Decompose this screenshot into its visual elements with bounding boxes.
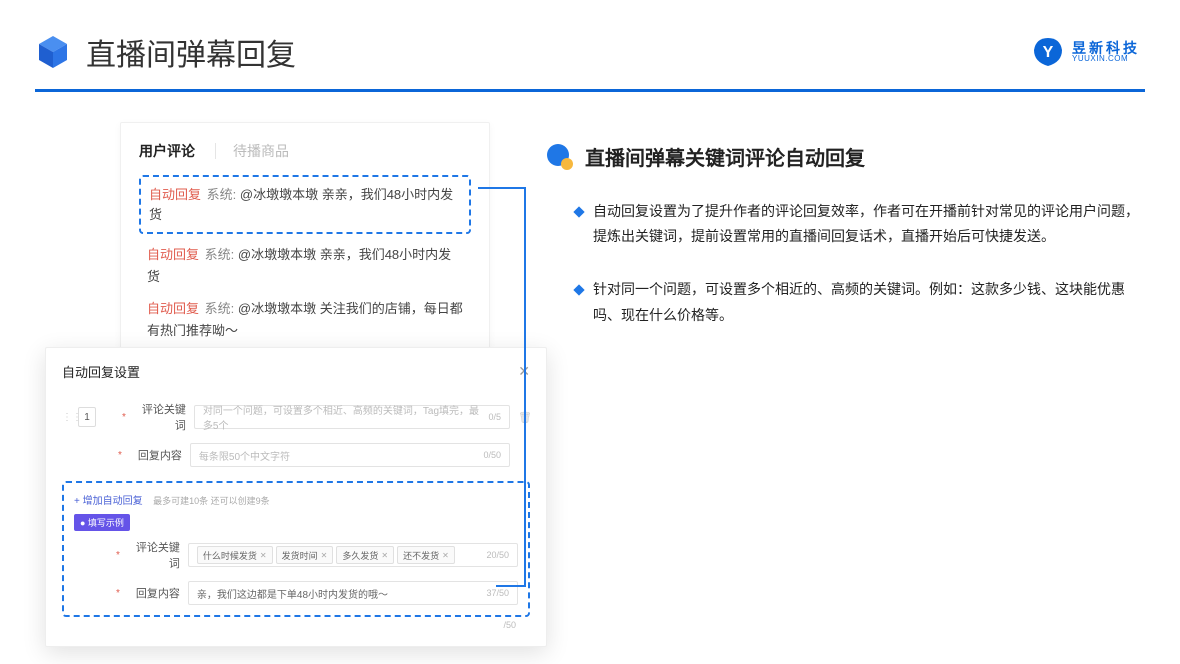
chat-bubble-icon bbox=[545, 143, 573, 171]
outer-count: /50 bbox=[62, 617, 530, 630]
reply-count: 0/50 bbox=[483, 450, 501, 460]
right-column: 直播间弹幕关键词评论自动回复 自动回复设置为了提升作者的评论回复效率，作者可在开… bbox=[545, 122, 1180, 365]
comment-tabs: 用户评论 待播商品 bbox=[139, 141, 471, 161]
bullet-list: 自动回复设置为了提升作者的评论回复效率，作者可在开播前针对常见的评论用户问题，提… bbox=[545, 199, 1140, 328]
example-badge: ● 填写示例 bbox=[74, 514, 130, 531]
add-hint: 最多可建10条 还可以创建9条 bbox=[153, 496, 270, 506]
required-star: * bbox=[116, 588, 120, 599]
example-keyword-row: * 评论关键词 什么时候发货✕发货时间✕多久发货✕还不发货✕ 20/50 bbox=[74, 539, 518, 571]
section-header: 直播间弹幕关键词评论自动回复 bbox=[545, 142, 1140, 171]
tag-chip[interactable]: 什么时候发货✕ bbox=[197, 546, 273, 564]
drag-handle-icon[interactable]: ⋮⋮ bbox=[62, 412, 70, 423]
section-title: 直播间弹幕关键词评论自动回复 bbox=[585, 142, 865, 171]
brand-name-cn: 昱新科技 bbox=[1072, 41, 1140, 55]
highlighted-comment: 自动回复 系统: @冰墩墩本墩 亲亲，我们48小时内发货 bbox=[139, 175, 471, 234]
reply-label: 回复内容 bbox=[130, 447, 182, 463]
diamond-bullet-icon bbox=[573, 285, 584, 296]
tag-chip[interactable]: 发货时间✕ bbox=[276, 546, 334, 564]
page-title: 直播间弹幕回复 bbox=[86, 30, 1032, 74]
tag-remove-icon[interactable]: ✕ bbox=[260, 551, 267, 560]
left-column: 用户评论 待播商品 自动回复 系统: @冰墩墩本墩 亲亲，我们48小时内发货 自… bbox=[0, 122, 510, 365]
auto-reply-settings-modal: 自动回复设置 ✕ ⋮⋮ 1 * 评论关键词 对同一个问题，可设置多个相近、高频的… bbox=[45, 347, 547, 647]
row-number: 1 bbox=[78, 407, 96, 427]
brand-name-en: YUUXIN.COM bbox=[1072, 55, 1140, 63]
svg-text:Y: Y bbox=[1043, 44, 1054, 61]
tab-user-comments[interactable]: 用户评论 bbox=[139, 141, 195, 161]
ex-kw-count: 20/50 bbox=[486, 550, 509, 560]
close-icon[interactable]: ✕ bbox=[518, 363, 530, 380]
required-star: * bbox=[116, 550, 120, 561]
tag-remove-icon[interactable]: ✕ bbox=[442, 551, 449, 560]
reply-input[interactable]: 每条限50个中文字符 0/50 bbox=[190, 443, 510, 467]
required-star: * bbox=[122, 412, 126, 423]
brand-logo: Y 昱新科技 YUUXIN.COM bbox=[1032, 36, 1140, 68]
bullet-text: 自动回复设置为了提升作者的评论回复效率，作者可在开播前针对常见的评论用户问题，提… bbox=[593, 199, 1140, 249]
delete-icon[interactable]: 🗑 bbox=[518, 411, 530, 424]
brand-icon: Y bbox=[1032, 36, 1064, 68]
keyword-count: 0/5 bbox=[488, 412, 501, 422]
cube-icon bbox=[35, 34, 71, 70]
ex-reply-value: 亲，我们这边都是下单48小时内发货的哦～ bbox=[197, 586, 388, 601]
tag-chip[interactable]: 多久发货✕ bbox=[336, 546, 394, 564]
ex-kw-label: 评论关键词 bbox=[128, 539, 180, 571]
bullet-item: 针对同一个问题，可设置多个相近的、高频的关键词。例如：这款多少钱、这块能优惠吗、… bbox=[575, 277, 1140, 327]
ex-reply-label: 回复内容 bbox=[128, 585, 180, 601]
system-label: 系统: bbox=[205, 301, 235, 316]
example-reply-row: * 回复内容 亲，我们这边都是下单48小时内发货的哦～ 37/50 bbox=[74, 581, 518, 605]
required-star: * bbox=[118, 450, 122, 461]
tab-pending-products[interactable]: 待播商品 bbox=[215, 141, 289, 161]
example-keyword-input[interactable]: 什么时候发货✕发货时间✕多久发货✕还不发货✕ 20/50 bbox=[188, 543, 518, 567]
keyword-input[interactable]: 对同一个问题，可设置多个相近、高频的关键词，Tag填完，最多5个 0/5 bbox=[194, 405, 510, 429]
tag-list: 什么时候发货✕发货时间✕多久发货✕还不发货✕ bbox=[197, 546, 458, 564]
bullet-item: 自动回复设置为了提升作者的评论回复效率，作者可在开播前针对常见的评论用户问题，提… bbox=[575, 199, 1140, 249]
keyword-placeholder: 对同一个问题，可设置多个相近、高频的关键词，Tag填完，最多5个 bbox=[203, 402, 489, 432]
tag-remove-icon[interactable]: ✕ bbox=[321, 551, 328, 560]
reply-placeholder: 每条限50个中文字符 bbox=[199, 448, 290, 463]
tag-chip[interactable]: 还不发货✕ bbox=[397, 546, 455, 564]
comments-panel: 用户评论 待播商品 自动回复 系统: @冰墩墩本墩 亲亲，我们48小时内发货 自… bbox=[120, 122, 490, 365]
comment-item: 自动回复 系统: @冰墩墩本墩 亲亲，我们48小时内发货 bbox=[139, 244, 471, 288]
bullet-text: 针对同一个问题，可设置多个相近的、高频的关键词。例如：这款多少钱、这块能优惠吗、… bbox=[593, 277, 1140, 327]
keyword-row: ⋮⋮ 1 * 评论关键词 对同一个问题，可设置多个相近、高频的关键词，Tag填完… bbox=[62, 401, 530, 433]
auto-reply-badge: 自动回复 bbox=[147, 247, 199, 262]
reply-row: * 回复内容 每条限50个中文字符 0/50 bbox=[62, 443, 530, 467]
system-label: 系统: bbox=[205, 247, 235, 262]
ex-reply-count: 37/50 bbox=[486, 588, 509, 598]
keyword-label: 评论关键词 bbox=[134, 401, 186, 433]
tag-remove-icon[interactable]: ✕ bbox=[381, 551, 388, 560]
add-auto-reply-link[interactable]: + 增加自动回复 bbox=[74, 496, 143, 507]
auto-reply-badge: 自动回复 bbox=[149, 187, 201, 202]
system-label: 系统: bbox=[207, 187, 237, 202]
comment-item: 自动回复 系统: @冰墩墩本墩 关注我们的店铺，每日都有热门推荐呦～ bbox=[139, 298, 471, 342]
example-box: + 增加自动回复 最多可建10条 还可以创建9条 ● 填写示例 * 评论关键词 … bbox=[62, 481, 530, 617]
example-reply-input[interactable]: 亲，我们这边都是下单48小时内发货的哦～ 37/50 bbox=[188, 581, 518, 605]
modal-title: 自动回复设置 bbox=[62, 362, 140, 381]
page-header: 直播间弹幕回复 Y 昱新科技 YUUXIN.COM bbox=[0, 0, 1180, 89]
diamond-bullet-icon bbox=[573, 206, 584, 217]
auto-reply-badge: 自动回复 bbox=[147, 301, 199, 316]
